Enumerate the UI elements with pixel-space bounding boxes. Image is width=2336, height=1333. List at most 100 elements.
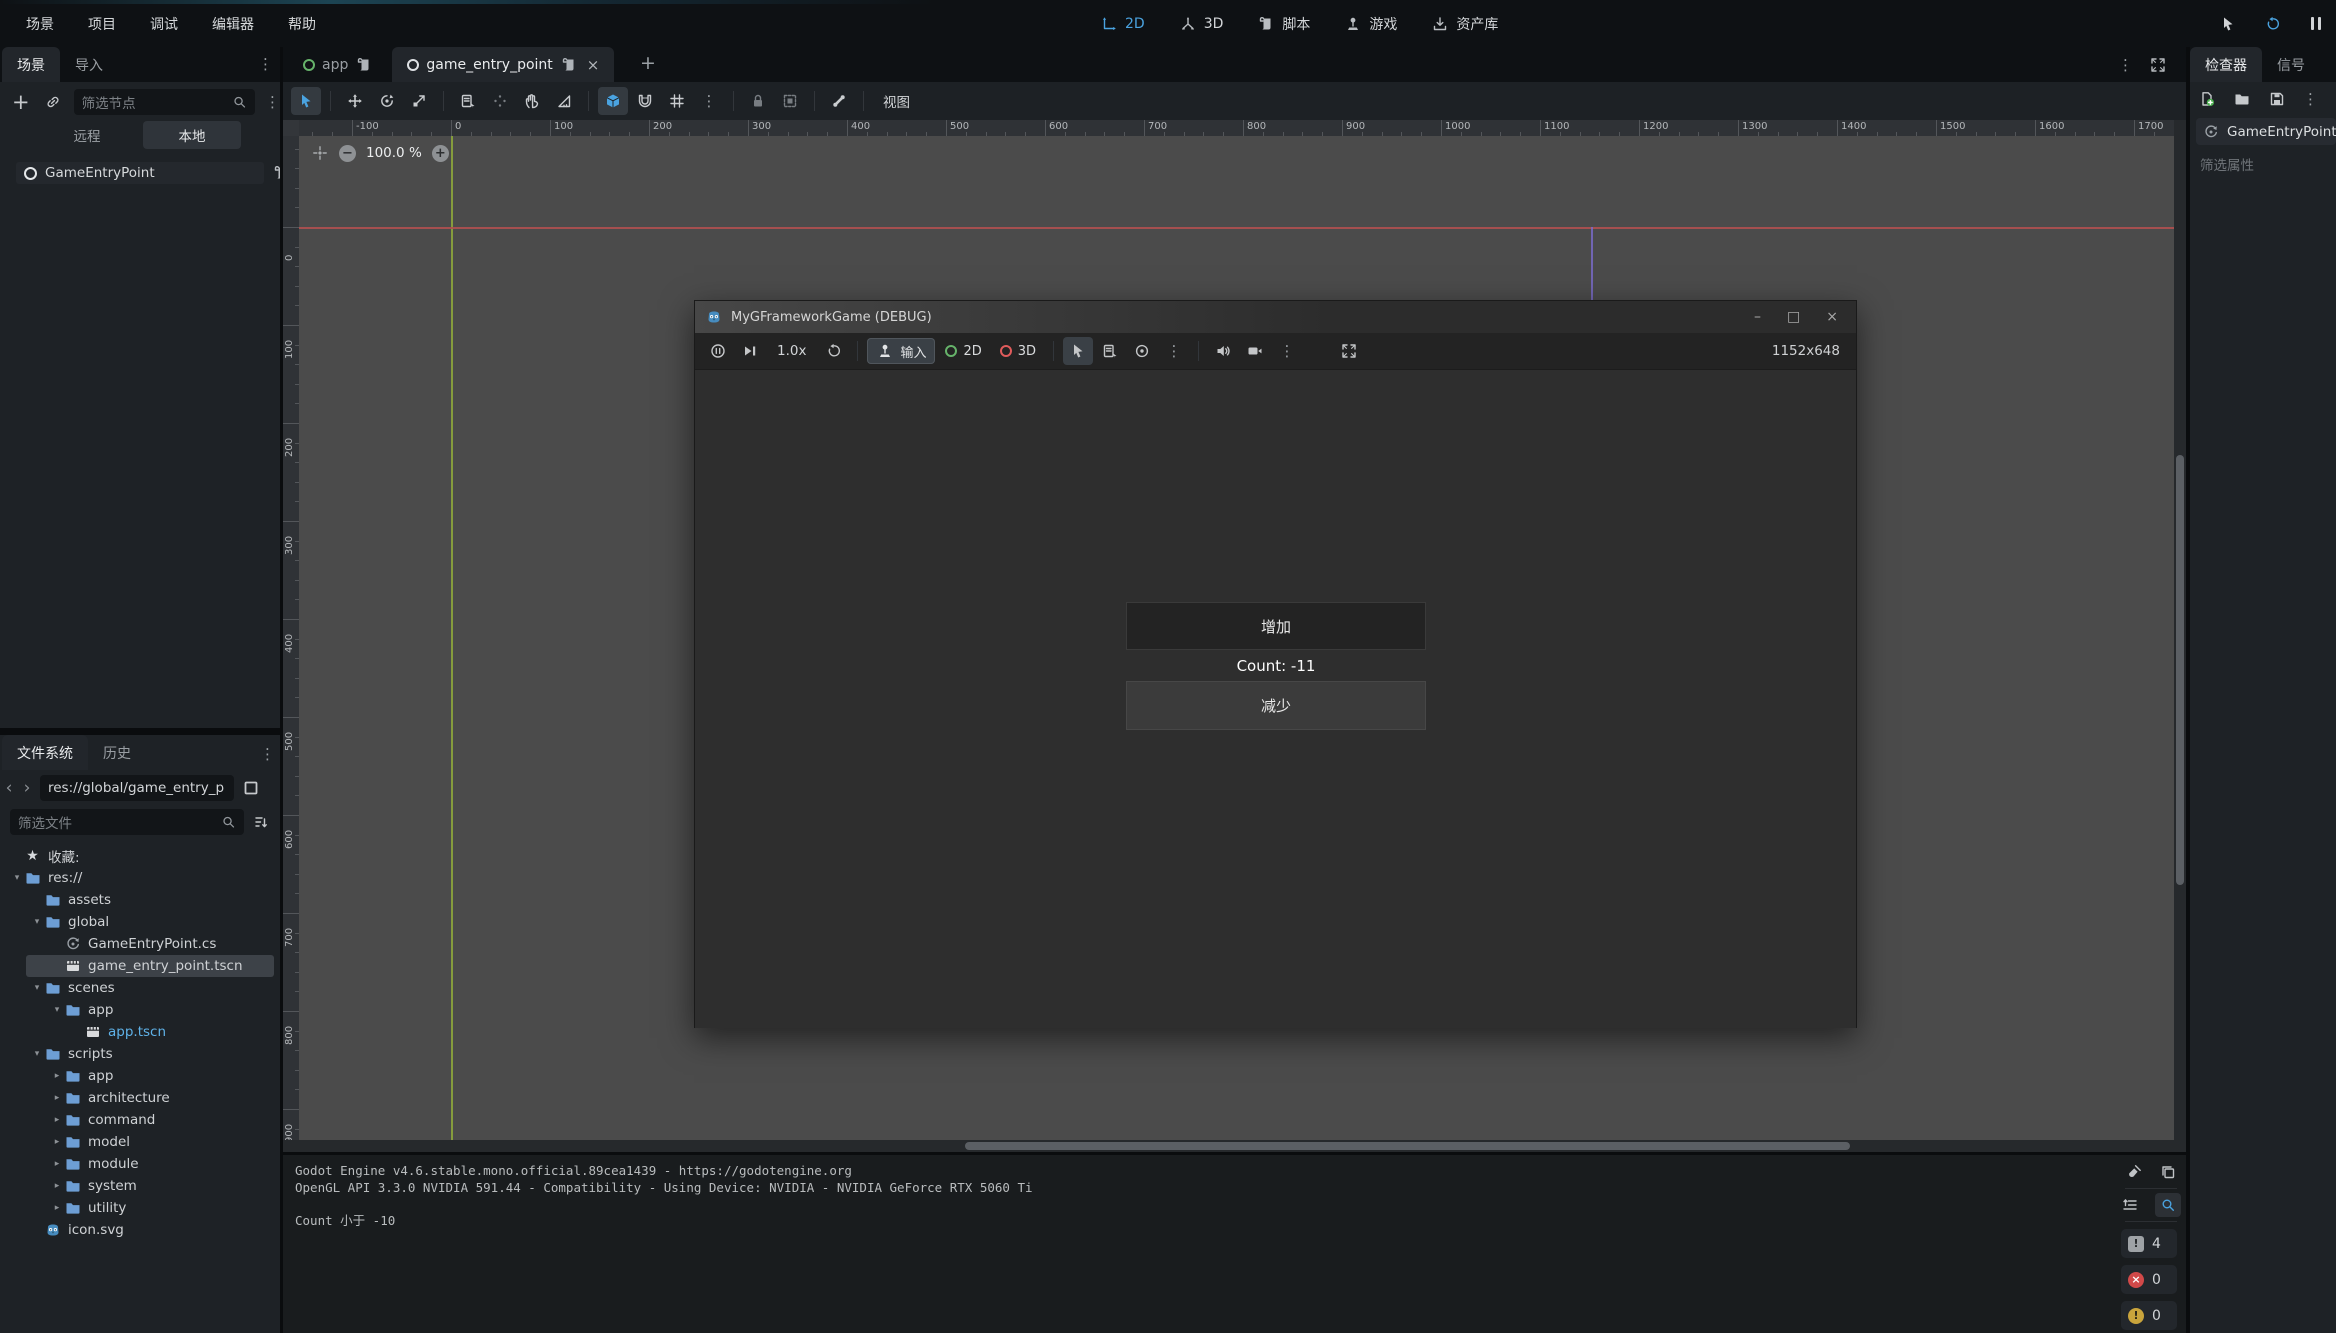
collapse-output-icon[interactable]	[2121, 1196, 2139, 1214]
vertical-scrollbar[interactable]	[2174, 120, 2186, 1152]
minimize-icon[interactable]: –	[1754, 309, 1761, 325]
menu-3[interactable]: 编辑器	[198, 9, 268, 39]
file-tree-item-scenes[interactable]: ▾scenes	[0, 977, 280, 999]
tree-arrow-icon[interactable]: ▸	[50, 1203, 64, 1213]
increase-button[interactable]: 增加	[1126, 602, 1426, 650]
reset-time-scale-button[interactable]	[818, 337, 848, 365]
file-tree-item-assets[interactable]: assets	[0, 889, 280, 911]
tree-arrow-icon[interactable]: ▸	[50, 1071, 64, 1081]
tab-导入[interactable]: 导入	[60, 47, 118, 82]
save-resource-icon[interactable]	[2268, 90, 2286, 108]
file-tree-item-global[interactable]: ▾global	[0, 911, 280, 933]
tab-历史[interactable]: 历史	[88, 735, 146, 770]
maximize-icon[interactable]: □	[1787, 309, 1800, 325]
pick-options-button[interactable]: ⋮	[1159, 337, 1189, 365]
pick-list-button[interactable]	[1095, 337, 1125, 365]
vscroll-thumb[interactable]	[2176, 455, 2184, 885]
view-menu[interactable]: 视图	[873, 91, 920, 111]
pick-node-button[interactable]	[1063, 337, 1093, 365]
tree-arrow-icon[interactable]: ▸	[50, 1137, 64, 1147]
snap-config-button[interactable]	[485, 87, 515, 115]
suspend-game-button[interactable]	[703, 337, 733, 365]
tab-文件系统[interactable]: 文件系统	[2, 735, 88, 770]
inspector-options-icon[interactable]: ⋮	[2303, 90, 2318, 108]
embed-fullscreen-button[interactable]	[1334, 337, 1364, 365]
tree-arrow-icon[interactable]: ▾	[10, 873, 24, 883]
add-node-button[interactable]: +	[12, 90, 30, 114]
menu-0[interactable]: 场景	[12, 9, 68, 39]
file-tree-item-icon.svg[interactable]: icon.svg	[0, 1219, 280, 1241]
scene-tab-game_entry_point[interactable]: game_entry_point×	[392, 47, 614, 82]
inspected-object[interactable]: GameEntryPoint.	[2196, 118, 2336, 145]
filesystem-menu-icon[interactable]: ⋮	[260, 745, 275, 763]
sort-files-icon[interactable]	[252, 813, 270, 831]
split-view-icon[interactable]	[242, 779, 260, 797]
workspace-脚本[interactable]: 脚本	[1257, 14, 1310, 34]
file-tree-item-res[interactable]: ▾res://	[0, 867, 280, 889]
zoom-out-button[interactable]: −	[339, 145, 356, 162]
search-output-button[interactable]	[2155, 1193, 2181, 1217]
game-window-titlebar[interactable]: MyGFrameworkGame (DEBUG) – □ ×	[695, 301, 1856, 333]
file-tree-item-app.tscn[interactable]: app.tscn	[0, 1021, 280, 1043]
instance-scene-icon[interactable]	[44, 93, 62, 111]
new-resource-icon[interactable]	[2198, 90, 2216, 108]
filter-properties-input[interactable]: 筛选属性	[2200, 154, 2254, 174]
error-count-badge[interactable]: ×0	[2121, 1265, 2177, 1294]
zoom-level[interactable]: 100.0 %	[366, 145, 422, 161]
tab-检查器[interactable]: 检查器	[2190, 47, 2262, 82]
pick-mode-icon[interactable]	[2218, 14, 2238, 34]
copy-output-icon[interactable]	[2159, 1163, 2177, 1181]
select-tool-button[interactable]	[291, 87, 321, 115]
warning-count-badge[interactable]: !0	[2121, 1301, 2177, 1330]
scene-dock-menu-icon[interactable]: ⋮	[258, 55, 273, 73]
pick-3d-button[interactable]: 3D	[992, 344, 1044, 359]
center-view-icon[interactable]	[311, 144, 329, 162]
local-tab[interactable]: 本地	[143, 121, 241, 149]
filter-nodes-input[interactable]: 筛选节点	[74, 89, 255, 115]
tree-arrow-icon[interactable]: ▾	[30, 1049, 44, 1059]
zoom-in-button[interactable]: +	[432, 145, 449, 162]
tree-arrow-icon[interactable]: ▾	[50, 1005, 64, 1015]
menu-2[interactable]: 调试	[136, 9, 192, 39]
tree-arrow-icon[interactable]: ▸	[50, 1093, 64, 1103]
pick-2d-button[interactable]: 2D	[937, 344, 989, 359]
camera-override-button[interactable]	[1240, 337, 1270, 365]
input-mode-button[interactable]: 输入	[867, 338, 935, 364]
back-icon[interactable]: ‹	[0, 778, 18, 798]
pan-tool-button[interactable]	[517, 87, 547, 115]
pause-icon[interactable]	[2306, 14, 2326, 34]
remote-tab[interactable]: 远程	[39, 121, 135, 149]
snap-options-button[interactable]: ⋮	[694, 87, 724, 115]
file-tree-item-architecture[interactable]: ▸architecture	[0, 1087, 280, 1109]
add-scene-tab-button[interactable]: +	[640, 52, 656, 74]
close-icon[interactable]: ×	[1826, 309, 1838, 325]
filter-files-input[interactable]: 筛选文件	[10, 809, 244, 835]
file-tree-item-gameentrypoint.tscn[interactable]: game_entry_point.tscn	[0, 955, 280, 977]
horizontal-scrollbar[interactable]	[283, 1140, 2174, 1152]
file-tree-item-model[interactable]: ▸model	[0, 1131, 280, 1153]
file-tree-item-[interactable]: ★收藏:	[0, 845, 280, 867]
scene-tab-app[interactable]: app	[288, 47, 388, 82]
tree-arrow-icon[interactable]: ▸	[50, 1159, 64, 1169]
dock-divider[interactable]	[0, 728, 280, 735]
file-tree-item-app[interactable]: ▾app	[0, 999, 280, 1021]
workspace-资产库[interactable]: 资产库	[1431, 14, 1498, 34]
scale-tool-button[interactable]	[404, 87, 434, 115]
tab-信号[interactable]: 信号	[2262, 47, 2320, 82]
file-tree-item-command[interactable]: ▸command	[0, 1109, 280, 1131]
workspace-游戏[interactable]: 游戏	[1344, 14, 1397, 34]
workspace-2d[interactable]: 2D	[1100, 15, 1145, 33]
dock-divider[interactable]	[280, 47, 283, 1333]
time-scale[interactable]: 1.0x	[767, 343, 816, 359]
expand-viewport-icon[interactable]	[2149, 56, 2167, 74]
group-selected-button[interactable]	[775, 87, 805, 115]
scene-tree-root-node[interactable]: GameEntryPoint	[16, 162, 264, 184]
path-field[interactable]: res://global/game_entry_p	[40, 775, 234, 801]
viewport-canvas[interactable]: − 100.0 % + MyGFrameworkGame (DEBUG) – □…	[299, 136, 2174, 1140]
next-frame-button[interactable]	[735, 337, 765, 365]
tree-arrow-icon[interactable]: ▾	[30, 917, 44, 927]
file-tree-item-app[interactable]: ▸app	[0, 1065, 280, 1087]
file-tree-item-utility[interactable]: ▸utility	[0, 1197, 280, 1219]
grid-snap-button[interactable]	[630, 87, 660, 115]
close-scene-tab-icon[interactable]: ×	[587, 56, 600, 74]
